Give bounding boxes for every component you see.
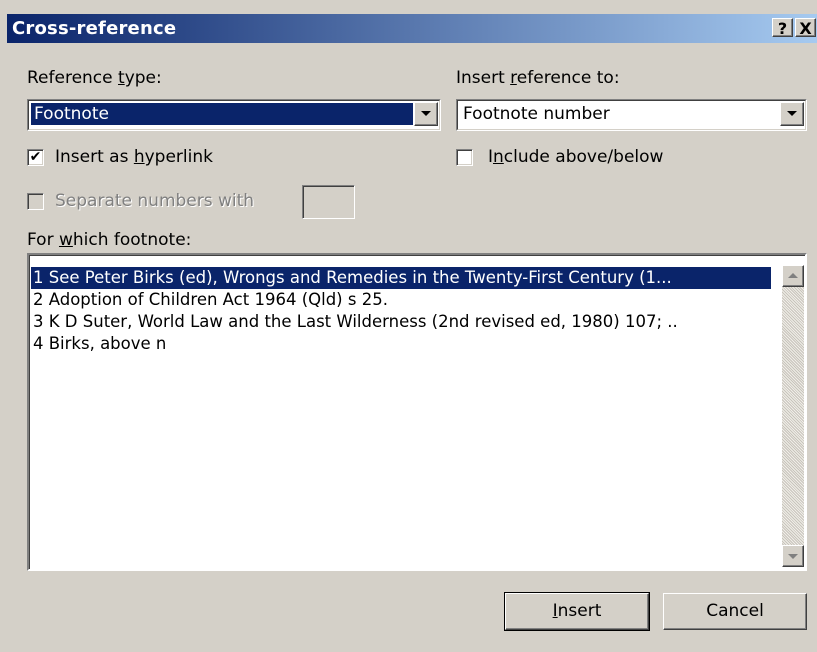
label-part: eference to:	[516, 68, 620, 88]
reference-type-value: Footnote	[31, 103, 413, 125]
accelerator-key: n	[493, 147, 504, 167]
insert-hyperlink-label[interactable]: Insert as hyperlink	[55, 147, 213, 167]
separate-numbers-field	[302, 185, 355, 219]
scroll-down-button[interactable]	[782, 545, 804, 567]
label-part: Insert as	[55, 147, 134, 167]
window-title: Cross-reference	[12, 18, 177, 39]
list-item[interactable]: 3 K D Suter, World Law and the Last Wild…	[31, 311, 771, 333]
cancel-button[interactable]: Cancel	[663, 593, 807, 630]
footnote-listbox[interactable]: 1 See Peter Birks (ed), Wrongs and Remed…	[27, 253, 807, 571]
scroll-up-button[interactable]	[782, 265, 804, 287]
include-above-below-checkbox[interactable]	[456, 149, 473, 166]
accelerator-key: w	[58, 230, 73, 250]
chevron-down-icon	[787, 111, 797, 116]
vertical-scrollbar[interactable]	[782, 265, 804, 567]
accelerator-key: r	[510, 68, 517, 88]
which-footnote-label: For which footnote:	[27, 230, 191, 250]
list-item[interactable]: 2 Adoption of Children Act 1964 (Qld) s …	[31, 289, 771, 311]
label-part: hich footnote:	[72, 230, 192, 250]
chevron-up-icon	[788, 273, 798, 278]
insert-reference-dropdown[interactable]: Footnote number	[456, 99, 807, 131]
insert-reference-label: Insert reference to:	[456, 68, 620, 88]
accelerator-key: t	[118, 68, 125, 88]
label-part: For	[27, 230, 59, 250]
list-item[interactable]: 4 Birks, above n	[31, 333, 771, 355]
footnote-list: 1 See Peter Birks (ed), Wrongs and Remed…	[31, 267, 771, 355]
include-above-below-label[interactable]: Include above/below	[488, 147, 663, 167]
separate-numbers-checkbox	[27, 193, 44, 210]
title-bar[interactable]: Cross-reference ? X	[7, 14, 817, 43]
label-part: Reference	[27, 68, 119, 88]
insert-reference-value: Footnote number	[463, 104, 610, 124]
button-label: nsert	[557, 601, 602, 621]
label-part: ype:	[124, 68, 162, 88]
chevron-down-icon	[421, 111, 431, 116]
close-button[interactable]: X	[795, 18, 816, 38]
chevron-down-icon	[788, 554, 798, 559]
reference-type-dropdown-button[interactable]	[414, 102, 438, 126]
help-button[interactable]: ?	[772, 18, 793, 38]
accelerator-key: h	[133, 147, 145, 167]
label-part: yperlink	[144, 147, 213, 167]
insert-hyperlink-checkbox[interactable]: ✔	[27, 149, 44, 166]
separate-numbers-label: Separate numbers with	[55, 191, 255, 211]
insert-reference-dropdown-button[interactable]	[780, 102, 804, 126]
label-part: Insert	[456, 68, 511, 88]
label-part: clude above/below	[503, 147, 664, 167]
reference-type-label: Reference type:	[27, 68, 162, 88]
list-item[interactable]: 1 See Peter Birks (ed), Wrongs and Remed…	[31, 267, 771, 289]
reference-type-dropdown[interactable]: Footnote	[27, 99, 441, 131]
cross-reference-dialog: Cross-reference ? X Reference type: Foot…	[0, 0, 817, 652]
insert-button[interactable]: Insert	[504, 592, 650, 631]
